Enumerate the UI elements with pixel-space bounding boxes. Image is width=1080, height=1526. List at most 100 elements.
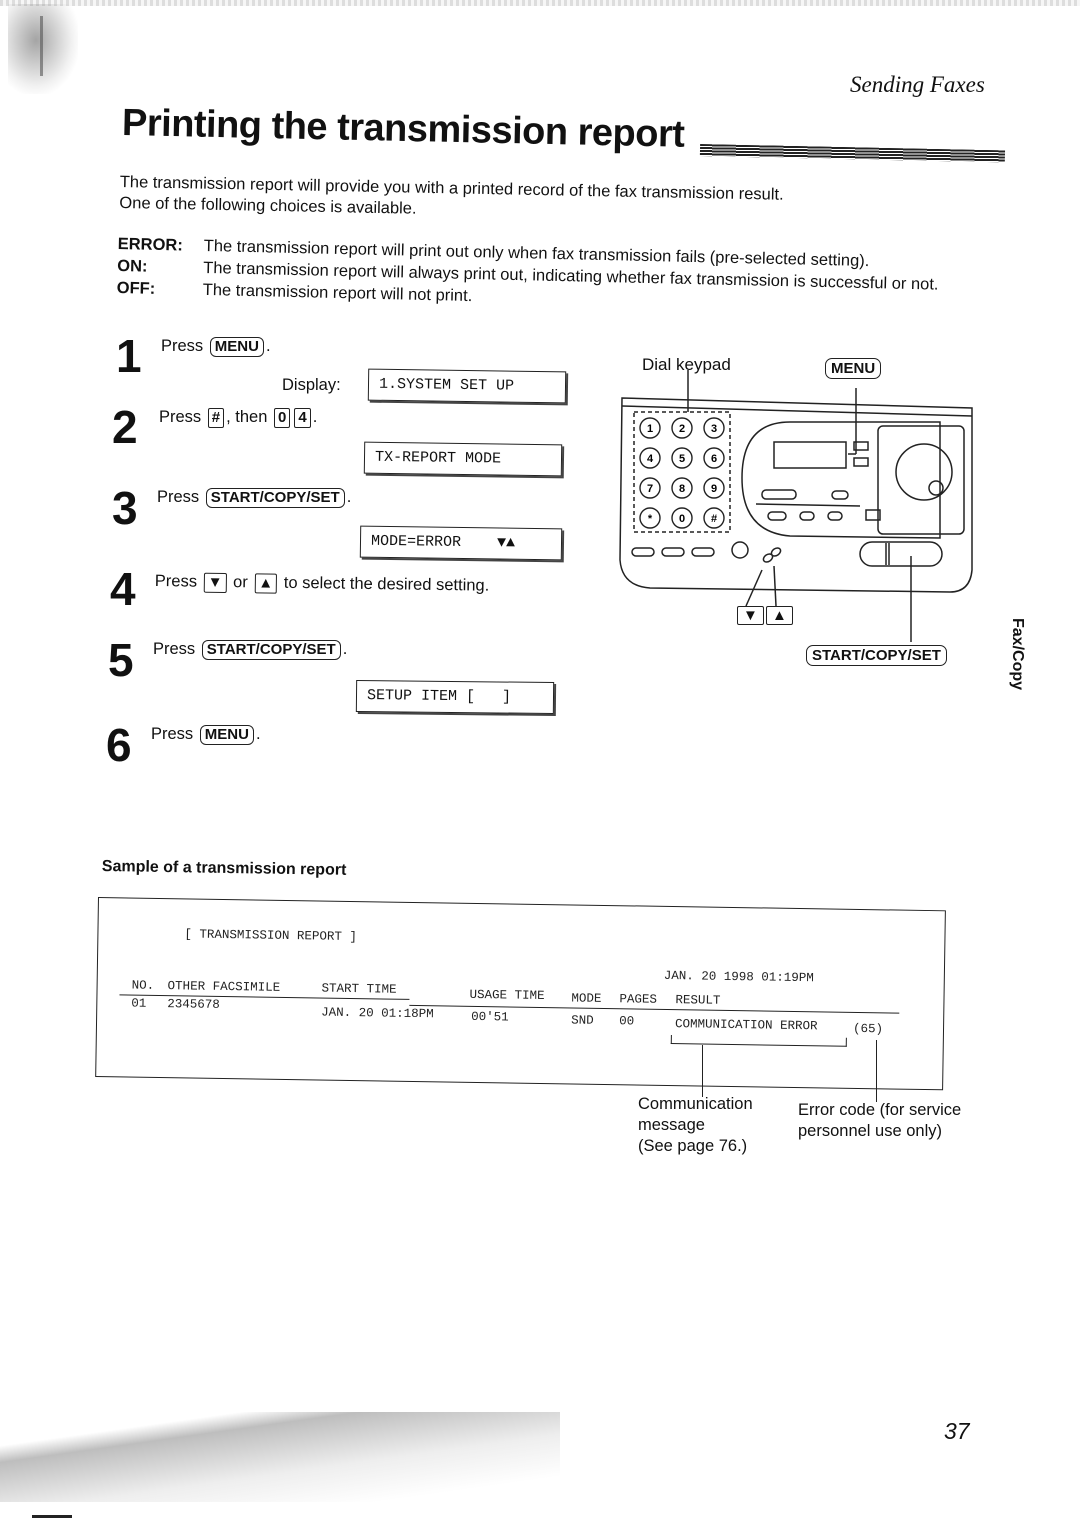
row-start-time: JAN. 20 01:18PM xyxy=(321,1005,434,1022)
fax-body-top-edge xyxy=(621,405,973,417)
start-copy-set-key: START/COPY/SET xyxy=(201,640,341,660)
row-result: COMMUNICATION ERROR xyxy=(674,1017,818,1034)
step-text-press: Press xyxy=(154,572,198,591)
error-code-pointer-line xyxy=(876,1040,878,1102)
col-usage-time: USAGE TIME xyxy=(469,987,545,1004)
side-tab-fax-copy: Fax/Copy xyxy=(1009,618,1026,691)
step-text-press: Press xyxy=(153,640,196,658)
row-usage-time: 00'51 xyxy=(471,1009,509,1025)
step-number-2: 2 xyxy=(112,401,138,453)
step-number-4: 4 xyxy=(110,563,136,615)
scan-edge-top xyxy=(0,0,1080,6)
up-button-shape xyxy=(770,547,782,557)
col-result: RESULT xyxy=(675,993,721,1008)
step-text-press: Press xyxy=(151,725,194,743)
keypad-key-label: 7 xyxy=(647,483,653,495)
callout-line: (See page 76.) xyxy=(638,1137,748,1155)
communication-pointer-line xyxy=(702,1045,704,1097)
scan-shadow-bottom xyxy=(0,1412,560,1502)
title-rule xyxy=(699,144,1006,163)
step-1-text: Press MENU. xyxy=(161,337,271,357)
step-text-then: , then xyxy=(226,408,268,426)
keypad-key-label: 5 xyxy=(679,453,685,465)
step-text-select: to select the desired setting. xyxy=(283,573,490,595)
step-text-press: Press xyxy=(161,337,204,355)
option-key: OFF: xyxy=(116,278,156,298)
col-pages: PAGES xyxy=(619,992,658,1007)
start-copy-set-key: START/COPY/SET xyxy=(205,488,345,508)
step-3-text: Press START/COPY/SET. xyxy=(157,488,351,508)
step-text-press: Press xyxy=(157,488,200,506)
option-key: ERROR: xyxy=(117,234,184,255)
callout-line: Communication xyxy=(638,1095,753,1113)
options-list: ERROR: The transmission report will prin… xyxy=(117,233,940,318)
row-no: 01 xyxy=(131,996,147,1011)
step-6-text: Press MENU. xyxy=(151,725,261,745)
step-text-period: . xyxy=(312,408,318,426)
result-bracket xyxy=(670,1035,847,1047)
step-text-period: . xyxy=(255,725,261,743)
callout-line: personnel use only) xyxy=(798,1122,943,1140)
col-start-time: START TIME xyxy=(321,981,397,997)
menu-key: MENU xyxy=(209,337,264,357)
section-tag: Sending Faxes xyxy=(850,72,985,97)
speaker-grille xyxy=(895,443,953,501)
step-number-6: 6 xyxy=(106,719,132,771)
down-arrow-key: ▼ xyxy=(203,572,227,593)
lcd-window xyxy=(773,441,847,469)
up-pointer-line xyxy=(773,565,777,607)
display-label: Display: xyxy=(282,376,341,394)
hash-key: # xyxy=(207,408,225,428)
report-title: [ TRANSMISSION REPORT ] xyxy=(184,927,358,945)
zero-key: 0 xyxy=(274,408,291,428)
lcd-display-2: TX-REPORT MODE xyxy=(363,441,563,477)
step-number-5: 5 xyxy=(108,634,134,686)
step-5-text: Press START/COPY/SET. xyxy=(153,640,347,660)
row-other-facsimile: 2345678 xyxy=(167,997,220,1012)
step-text-period: . xyxy=(342,640,348,658)
row-pages: 00 xyxy=(619,1014,635,1029)
keypad-key-label: 1 xyxy=(647,423,653,435)
lcd-display-1: 1.SYSTEM SET UP xyxy=(367,368,567,404)
report-timestamp: JAN. 20 1998 01:19PM xyxy=(663,968,814,986)
row-mode: SND xyxy=(571,1013,594,1028)
down-pointer-line xyxy=(745,569,763,607)
step-text-period: . xyxy=(265,337,271,355)
menu-button-shape xyxy=(853,457,869,467)
keypad-key-label: 4 xyxy=(647,453,654,465)
keypad-key-label: 0 xyxy=(679,513,685,525)
row-error-code: (65) xyxy=(852,1021,884,1037)
four-key: 4 xyxy=(294,408,311,428)
col-mode: MODE xyxy=(571,991,602,1006)
step-text-or: or xyxy=(232,573,248,592)
keypad-key-label: 3 xyxy=(711,423,717,435)
scan-shadow-top-left xyxy=(8,4,78,94)
step-2-text: Press #, then 04. xyxy=(159,408,317,428)
sample-title: Sample of a transmission report xyxy=(101,858,347,879)
callout-error-code: Error code (for service personnel use on… xyxy=(798,1100,961,1142)
keypad-key-label: * xyxy=(648,513,653,525)
step-4-text: Press ▼ or ▲ to select the desired setti… xyxy=(155,572,490,597)
start-copy-set-button-shape xyxy=(859,541,943,567)
lcd-display-4: SETUP ITEM [ ] xyxy=(355,679,555,715)
scan-mark xyxy=(32,1515,72,1518)
keypad-key-label: # xyxy=(711,513,717,525)
intro-paragraph: The transmission report will provide you… xyxy=(119,172,784,227)
menu-key: MENU xyxy=(199,725,254,745)
keypad-key-label: 9 xyxy=(711,483,717,495)
option-text: The transmission report will not print. xyxy=(202,280,473,306)
page-number: 37 xyxy=(944,1418,970,1444)
transmission-report-sample: [ TRANSMISSION REPORT ] JAN. 20 1998 01:… xyxy=(95,897,946,1091)
step-number-1: 1 xyxy=(116,330,142,382)
up-arrow-key: ▲ xyxy=(254,573,278,594)
col-no: NO. xyxy=(131,978,155,993)
option-key: ON: xyxy=(117,256,148,276)
callout-line: message xyxy=(638,1116,705,1134)
col-other-facsimile: OTHER FACSIMILE xyxy=(167,979,281,995)
callout-communication-message: Communication message (See page 76.) xyxy=(638,1094,753,1157)
keypad-key-label: 6 xyxy=(711,453,717,465)
lcd-display-3: MODE=ERROR ▼▲ xyxy=(359,525,563,561)
step-number-3: 3 xyxy=(112,482,138,534)
keypad-key-label: 2 xyxy=(679,423,685,435)
step-text-press: Press xyxy=(159,408,202,426)
